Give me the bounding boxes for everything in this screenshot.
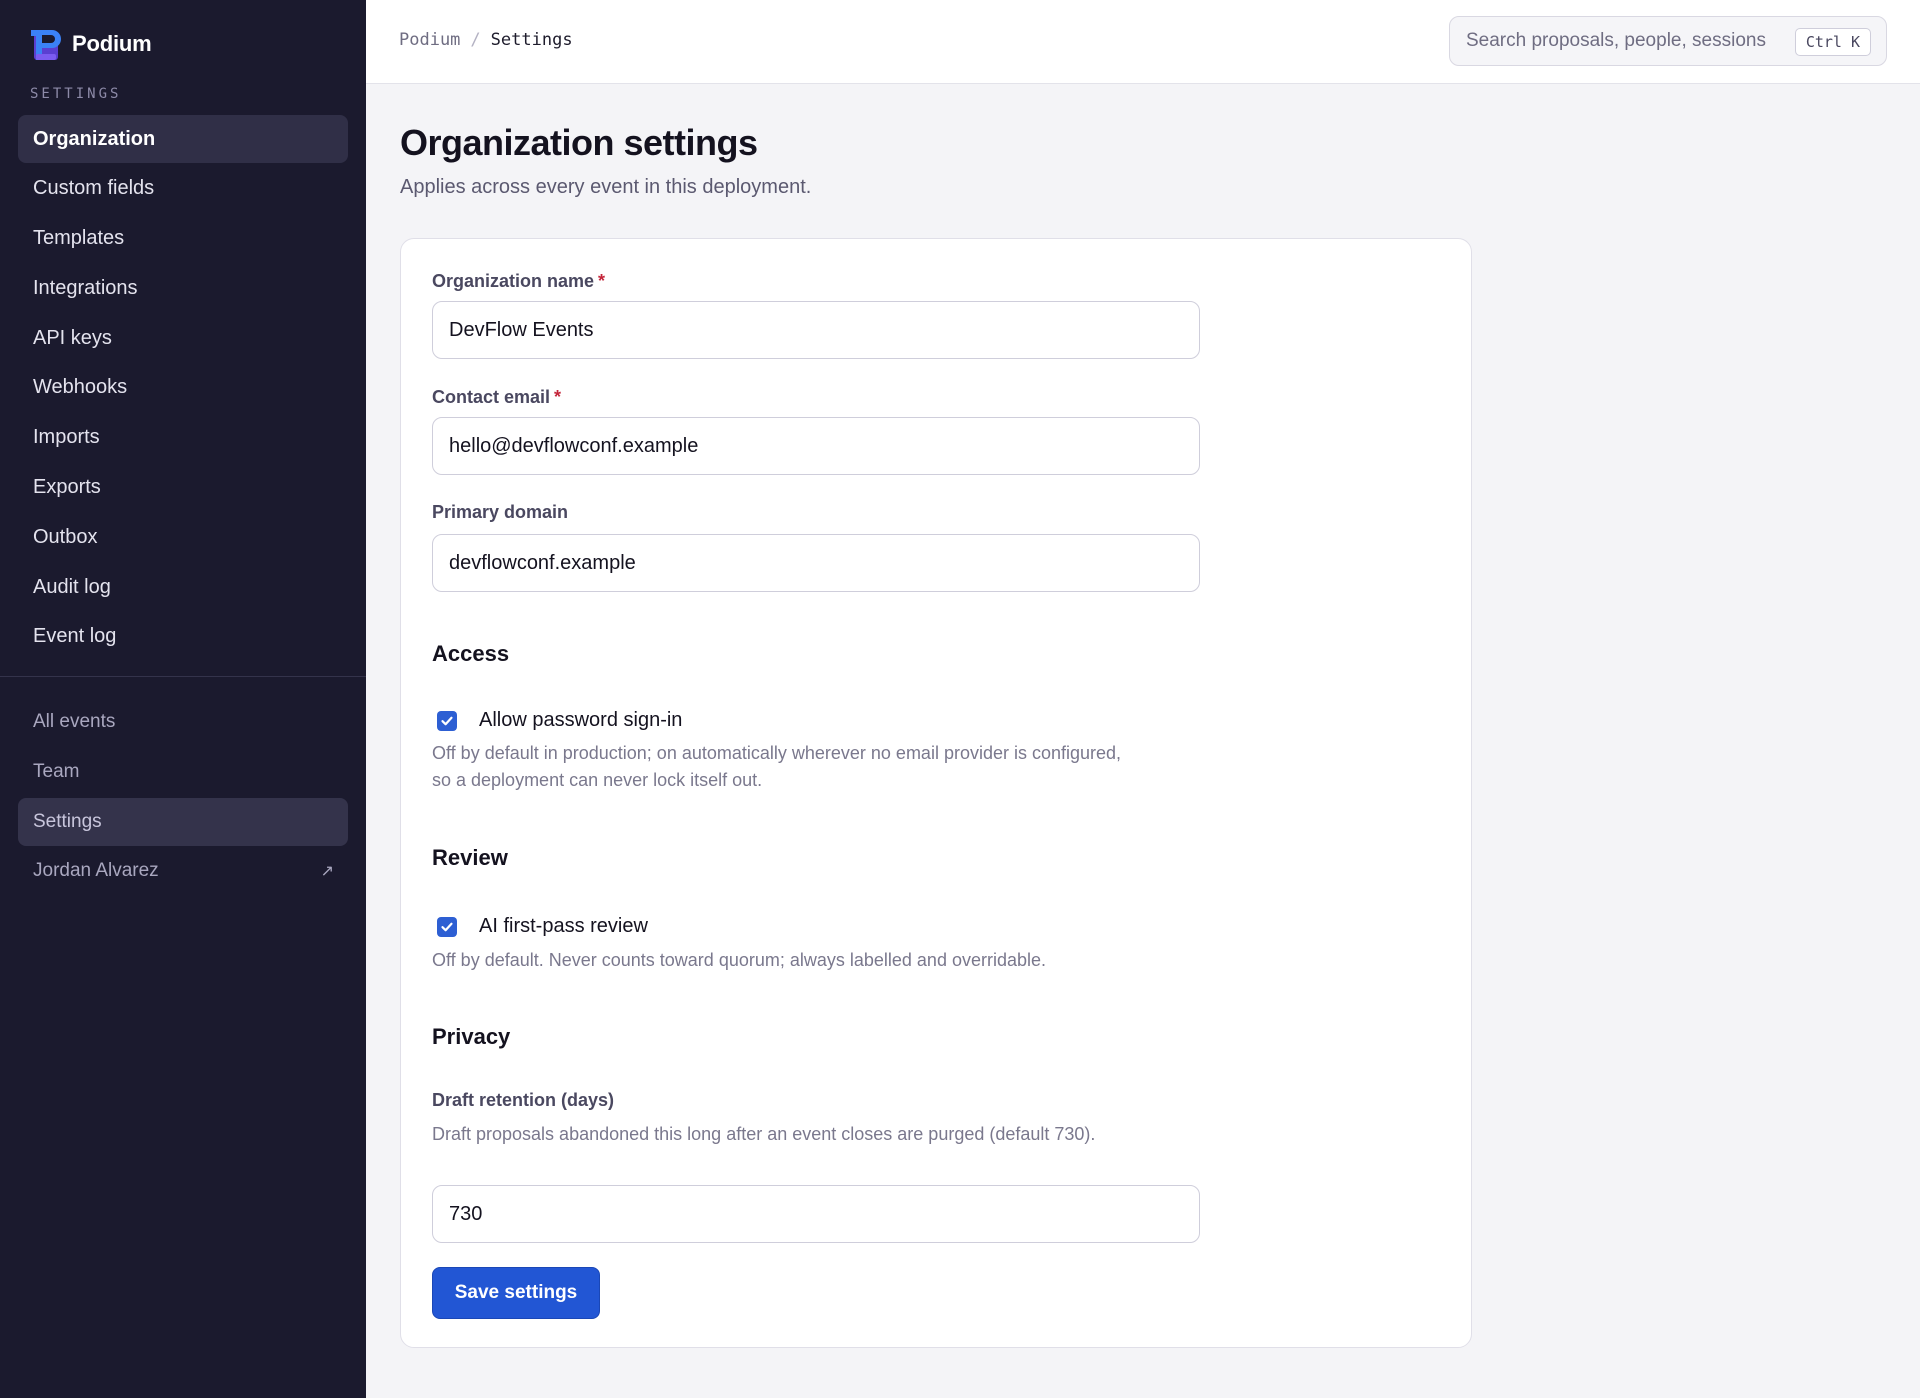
sidebar-item-all-events[interactable]: All events [18,698,348,746]
external-link-icon: ↗ [320,863,334,881]
password-signin-row[interactable]: Allow password sign-in [437,709,682,732]
main-nav: All events Team Settings Jordan Alvarez … [18,698,348,897]
page-subtitle: Applies across every event in this deplo… [400,176,812,198]
settings-card: Organization name* Contact email* Primar… [400,238,1472,1348]
search-box[interactable]: Ctrl K [1449,16,1887,66]
brand[interactable]: Podium [26,24,152,64]
breadcrumb-root[interactable]: Podium [399,30,460,50]
checkmark-icon [441,922,453,931]
sidebar-item-outbox[interactable]: Outbox [18,513,348,561]
settings-nav: Organization Custom fields Templates Int… [18,115,348,663]
user-name: Jordan Alvarez [33,860,159,882]
contact-email-label: Contact email * [432,387,561,408]
org-name-input[interactable] [432,301,1200,359]
sidebar: Podium SETTINGS Organization Custom fiel… [0,0,366,1398]
ai-review-help: Off by default. Never counts toward quor… [432,950,1047,970]
sidebar-item-webhooks[interactable]: Webhooks [18,364,348,412]
sidebar-item-api-keys[interactable]: API keys [18,314,348,362]
page-title: Organization settings [400,122,758,163]
org-name-label: Organization name * [432,271,605,292]
breadcrumb-separator: / [470,30,481,50]
search-shortcut-badge: Ctrl K [1794,28,1871,56]
breadcrumb-current: Settings [490,30,573,50]
sidebar-item-audit-log[interactable]: Audit log [18,563,348,611]
password-signin-checkbox[interactable] [437,710,457,731]
sidebar-item-imports[interactable]: Imports [18,414,348,462]
search-input[interactable] [1466,30,1786,52]
draft-retention-input[interactable] [432,1185,1200,1243]
review-heading: Review [432,845,508,870]
privacy-heading: Privacy [432,1024,511,1049]
user-menu[interactable]: Jordan Alvarez ↗ [18,847,348,895]
sidebar-item-organization[interactable]: Organization [18,115,348,163]
contact-email-label-text: Contact email [432,387,551,407]
primary-domain-label: Primary domain [432,502,569,522]
topbar: Podium / Settings Ctrl K [366,0,1920,84]
password-signin-label[interactable]: Allow password sign-in [479,709,682,732]
ai-review-checkbox[interactable] [437,916,457,937]
sidebar-divider [0,676,366,677]
sidebar-item-event-log[interactable]: Event log [18,613,348,661]
checkmark-icon [441,716,453,725]
sidebar-item-custom-fields[interactable]: Custom fields [18,165,348,213]
sidebar-section-label: SETTINGS [30,86,122,102]
primary-domain-input[interactable] [432,534,1200,592]
sidebar-item-integrations[interactable]: Integrations [18,264,348,312]
ai-review-label[interactable]: AI first-pass review [479,915,648,938]
contact-email-input[interactable] [432,417,1200,475]
access-heading: Access [432,641,510,666]
sidebar-item-exports[interactable]: Exports [18,464,348,512]
sidebar-item-settings[interactable]: Settings [18,797,348,846]
breadcrumb: Podium / Settings [399,30,573,50]
podium-logo-icon [31,30,61,60]
sidebar-item-templates[interactable]: Templates [18,215,348,263]
required-mark: * [598,271,606,291]
draft-retention-help: Draft proposals abandoned this long afte… [432,1124,1096,1144]
ai-review-row[interactable]: AI first-pass review [437,915,648,938]
app-name: Podium [72,31,152,56]
org-name-label-text: Organization name [432,271,595,291]
required-mark: * [554,387,562,407]
save-settings-button[interactable]: Save settings [432,1267,600,1319]
password-signin-help: Off by default in production; on automat… [432,743,1122,790]
draft-retention-label: Draft retention (days) [432,1090,615,1110]
sidebar-item-team[interactable]: Team [18,748,348,796]
